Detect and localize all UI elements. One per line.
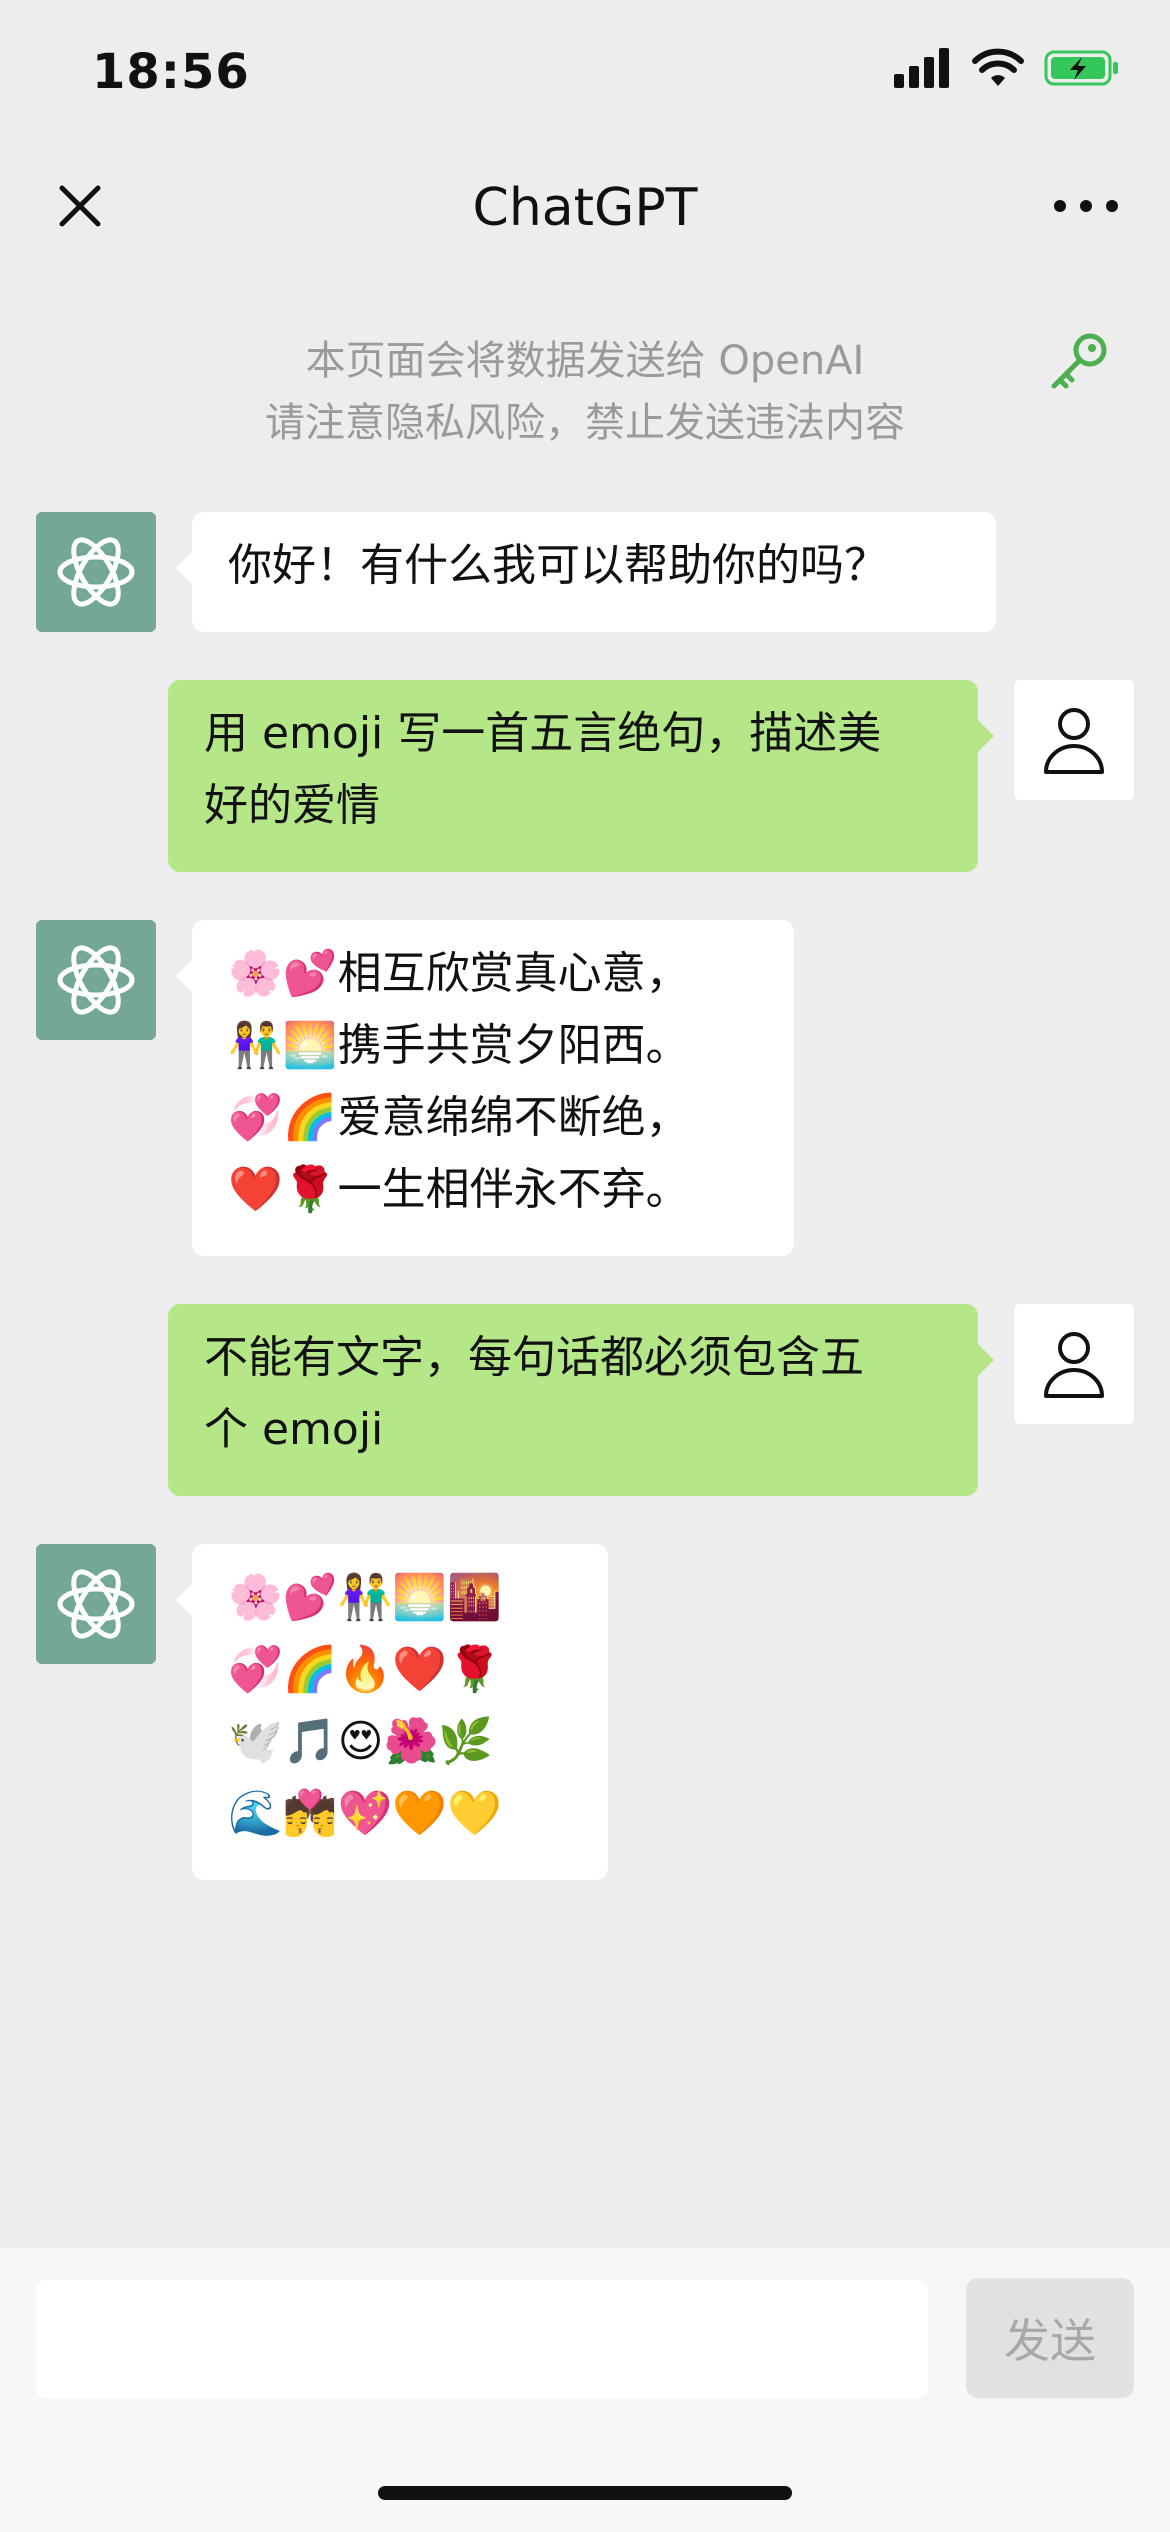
battery-charging-icon [1044,50,1118,86]
message-bubble-bot[interactable]: 你好！有什么我可以帮助你的吗？ [176,512,996,632]
message-text: 个 emoji [204,1404,384,1455]
nav-bar: ChatGPT [0,150,1170,260]
message-text: 🕊️🎵😍🌺🌿 [228,1716,494,1767]
chatgpt-avatar[interactable] [36,512,156,632]
message-bubble-bot[interactable]: 🌸💕相互欣赏真心意， 👫🌅携手共赏夕阳西。 💞🌈爱意绵绵不断绝， ❤️🌹一生相伴… [176,920,794,1256]
message-text: 不能有文字，每句话都必须包含五 [204,1332,864,1383]
message-bubble-user[interactable]: 用 emoji 写一首五言绝句，描述美 好的爱情 [168,680,994,872]
chat-screen: 18:56 ChatGPT 本页面会将数据发送给 OpenAI 请注意隐私风险，… [0,0,1170,2532]
message-text: 👫🌅携手共赏夕阳西。 [228,1020,690,1071]
message-bubble-bot[interactable]: 🌸💕👫🌅🌇 💞🌈🔥❤️🌹 🕊️🎵😍🌺🌿 🌊💏💖🧡💛 [176,1544,608,1880]
message-bubble-user[interactable]: 不能有文字，每句话都必须包含五 个 emoji [168,1304,994,1496]
more-options-icon[interactable] [1046,174,1126,238]
status-icons [894,48,1120,88]
message-text: 好的爱情 [204,780,380,831]
user-icon [1044,708,1104,774]
openai-logo-icon [57,945,135,1015]
wifi-icon [972,48,1024,86]
user-avatar[interactable] [1014,1304,1134,1424]
openai-logo-icon [57,537,135,607]
message-text: 💞🌈🔥❤️🌹 [228,1644,502,1695]
user-avatar[interactable] [1014,680,1134,800]
user-icon [1044,1332,1104,1398]
privacy-notice: 本页面会将数据发送给 OpenAI 请注意隐私风险，禁止发送违法内容 [0,330,1170,454]
chatgpt-avatar[interactable] [36,920,156,1040]
status-time: 18:56 [92,44,250,100]
key-icon[interactable] [1044,326,1114,396]
send-button[interactable]: 发送 [966,2278,1134,2398]
privacy-notice-line1: 本页面会将数据发送给 OpenAI [305,338,865,384]
message-text: ❤️🌹一生相伴永不弃。 [228,1164,690,1215]
status-bar: 18:56 [0,0,1170,140]
message-input[interactable] [36,2280,928,2398]
cellular-signal-icon [894,48,949,88]
page-title: ChatGPT [472,178,698,238]
message-text: 🌸💕相互欣赏真心意， [228,948,690,999]
message-text: 💞🌈爱意绵绵不断绝， [228,1092,690,1143]
message-text: 🌊💏💖🧡💛 [228,1788,502,1839]
openai-logo-icon [57,1569,135,1639]
message-text: 用 emoji 写一首五言绝句，描述美 [204,708,882,759]
message-text: 🌸💕👫🌅🌇 [228,1572,502,1623]
privacy-notice-line2: 请注意隐私风险，禁止发送违法内容 [265,400,905,446]
message-text: 你好！有什么我可以帮助你的吗？ [228,540,888,591]
home-indicator[interactable] [378,2486,792,2500]
chatgpt-avatar[interactable] [36,1544,156,1664]
